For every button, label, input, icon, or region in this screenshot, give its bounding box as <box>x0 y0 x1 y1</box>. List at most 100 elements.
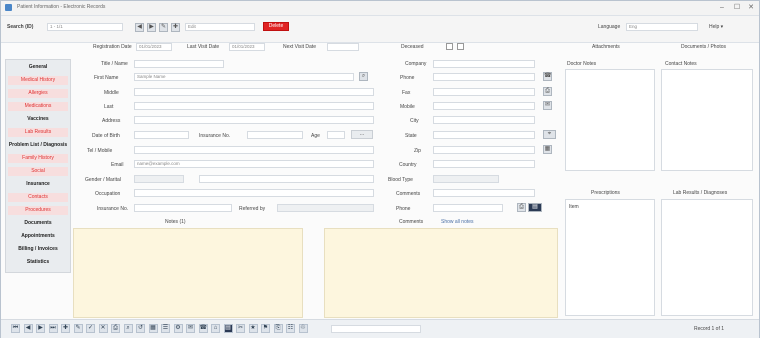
sidebar-item-medical-history[interactable]: Medical History <box>8 76 68 85</box>
country-field[interactable] <box>433 160 535 168</box>
mobile-field[interactable] <box>433 102 535 110</box>
comments-area[interactable] <box>324 228 558 318</box>
home-icon[interactable]: ⌂ <box>211 324 220 333</box>
last-name-field[interactable] <box>134 102 374 110</box>
mode-select[interactable]: Edit <box>185 23 255 31</box>
sidebar-item-billing-invoices[interactable]: Billing / Invoices <box>8 245 68 254</box>
sms-icon[interactable]: ✉ <box>543 101 552 110</box>
first-icon[interactable]: ⏮ <box>11 324 20 333</box>
comments-field[interactable] <box>433 189 535 197</box>
scan-icon[interactable]: ▤ <box>528 203 542 212</box>
deceased-toggle[interactable] <box>457 43 464 50</box>
insurance-no-field[interactable] <box>134 204 232 212</box>
prescription-item[interactable]: Item <box>569 204 579 210</box>
edit-icon[interactable]: ✎ <box>159 23 168 32</box>
minimize-button[interactable]: – <box>717 3 727 12</box>
calendar-icon[interactable]: ▦ <box>148 324 158 333</box>
search-icon[interactable]: ⌕ <box>123 324 133 333</box>
fax-icon[interactable]: ⎙ <box>543 87 552 96</box>
save-icon[interactable]: ✓ <box>86 324 95 333</box>
favorite-icon[interactable]: ★ <box>248 324 258 333</box>
gender-select[interactable] <box>134 175 184 183</box>
language-select[interactable]: Eng <box>626 23 698 31</box>
middle-name-field[interactable] <box>134 88 374 96</box>
calendar-icon[interactable]: ▦ <box>543 145 552 154</box>
age-field[interactable] <box>327 131 345 139</box>
help-menu[interactable]: Help ▾ <box>709 24 723 30</box>
phone-icon[interactable]: ☎ <box>198 324 208 333</box>
marital-field[interactable] <box>199 175 374 183</box>
sidebar-item-medications[interactable]: Medications <box>8 102 68 111</box>
sidebar-item-insurance[interactable]: Insurance <box>8 180 68 189</box>
refresh-icon[interactable]: ↺ <box>136 324 145 333</box>
next-record-icon[interactable]: ▶ <box>147 23 156 32</box>
sidebar-item-problem-list-diagnosis[interactable]: Problem List / Diagnosis <box>8 141 68 150</box>
blood-type-select[interactable] <box>433 175 499 183</box>
deceased-checkbox[interactable] <box>446 43 453 50</box>
first-name-field[interactable]: Sample Name <box>134 73 354 81</box>
last-icon[interactable]: ⏭ <box>48 324 58 333</box>
company-field[interactable] <box>433 60 535 68</box>
report-icon[interactable]: ▤ <box>223 324 233 333</box>
lab-results-panel[interactable] <box>661 199 753 316</box>
occupation-field[interactable] <box>134 189 374 197</box>
phone2-field[interactable] <box>433 204 503 212</box>
address-field[interactable] <box>134 116 374 124</box>
cut-icon[interactable]: ✂ <box>236 324 245 333</box>
cancel-icon[interactable]: ✕ <box>98 324 108 333</box>
maximize-button[interactable]: ☐ <box>732 3 742 12</box>
sidebar-item-procedures[interactable]: Procedures <box>8 206 68 215</box>
sidebar-item-general[interactable]: General <box>8 63 68 72</box>
sidebar-item-allergies[interactable]: Allergies <box>8 89 68 98</box>
list-icon[interactable]: ☰ <box>161 324 170 333</box>
doctor-notes-panel[interactable] <box>565 69 655 171</box>
next-visit-field[interactable] <box>327 43 359 51</box>
copy-icon[interactable]: ⎘ <box>273 324 283 333</box>
flag-icon[interactable]: ⚑ <box>261 324 270 333</box>
sidebar-item-lab-results[interactable]: Lab Results <box>8 128 68 137</box>
contact-notes-panel[interactable] <box>661 69 753 171</box>
sidebar-item-social[interactable]: Social <box>8 167 68 176</box>
sidebar-item-appointments[interactable]: Appointments <box>8 232 68 241</box>
sidebar-item-family-history[interactable]: Family History <box>8 154 68 163</box>
city-field[interactable] <box>433 116 535 124</box>
last-visit-field[interactable]: 01/01/2023 <box>229 43 265 51</box>
print-icon[interactable]: ⎙ <box>111 324 120 333</box>
show-all-notes-link[interactable]: Show all notes <box>441 219 474 225</box>
sidebar-item-statistics[interactable]: Statistics <box>8 258 68 267</box>
title-field[interactable] <box>134 60 224 68</box>
sidebar-item-contacts[interactable]: Contacts <box>8 193 68 202</box>
grid-icon[interactable]: ☷ <box>286 324 295 333</box>
tel-field[interactable] <box>134 146 374 154</box>
phone-icon[interactable]: ☎ <box>543 72 552 81</box>
insurance-field[interactable] <box>247 131 303 139</box>
zip-field[interactable] <box>433 146 535 154</box>
fax-field[interactable] <box>433 88 535 96</box>
close-button[interactable]: ✕ <box>746 3 756 12</box>
name-lookup-icon[interactable]: ⌕ <box>359 72 368 81</box>
prev-record-icon[interactable]: ◀ <box>135 23 144 32</box>
referral-field[interactable] <box>277 204 374 212</box>
add-icon[interactable]: ✚ <box>171 23 180 32</box>
phone-field[interactable] <box>433 73 535 81</box>
age-calc-button[interactable]: … <box>351 130 373 139</box>
state-field[interactable] <box>433 131 535 139</box>
email-field[interactable]: name@example.com <box>134 160 374 168</box>
previous-icon[interactable]: ◀ <box>23 324 33 333</box>
prescriptions-panel[interactable]: Item <box>565 199 655 316</box>
delete-button[interactable]: Delete <box>263 22 289 31</box>
map-icon[interactable]: ⌖ <box>543 130 556 139</box>
notes-area[interactable] <box>73 228 303 318</box>
sidebar-item-documents[interactable]: Documents <box>8 219 68 228</box>
dob-field[interactable] <box>134 131 189 139</box>
next-icon[interactable]: ▶ <box>36 324 45 333</box>
search-input[interactable]: 1 - 1/1 <box>47 23 123 31</box>
edit-icon[interactable]: ✎ <box>73 324 83 333</box>
sidebar-item-vaccines[interactable]: Vaccines <box>8 115 68 124</box>
registration-date-field[interactable]: 01/01/2023 <box>136 43 172 51</box>
add-icon[interactable]: ✚ <box>61 324 70 333</box>
recycle-icon[interactable]: ♲ <box>298 324 308 333</box>
print-icon[interactable]: ⎙ <box>517 203 526 212</box>
mail-icon[interactable]: ✉ <box>186 324 195 333</box>
settings-icon[interactable]: ⚙ <box>173 324 183 333</box>
